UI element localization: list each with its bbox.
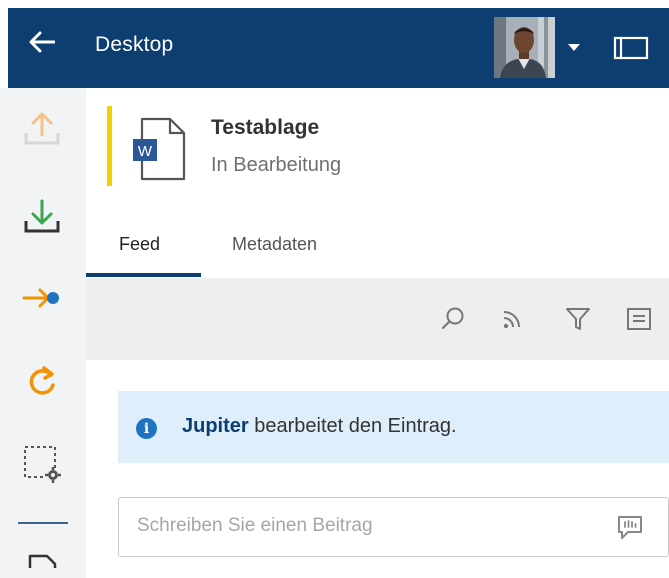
filter-button[interactable] [563,304,593,334]
comment-placeholder: Schreiben Sie einen Beitrag [137,515,373,536]
selection-settings-button[interactable] [18,440,66,488]
tab-feed[interactable]: Feed [119,234,160,255]
feed-entry-actor[interactable]: Jupiter [182,415,249,437]
rss-button[interactable] [497,304,527,334]
search-button[interactable] [438,304,468,334]
tab-bar: Feed Metadaten [86,218,669,278]
action-sidebar [0,88,86,578]
filter-icon [566,308,590,330]
user-menu-caret[interactable] [565,38,583,56]
feed-toolbar [86,278,669,360]
active-tab-indicator [86,273,201,277]
feed-entry-action: bearbeitet den Eintrag. [248,415,457,437]
download-button[interactable] [18,192,66,240]
comment-input[interactable]: Schreiben Sie einen Beitrag [118,497,669,557]
refresh-button[interactable] [18,358,66,406]
comment-submit-button[interactable] [615,512,645,542]
list-view-button[interactable] [624,304,654,334]
status-accent-bar [107,106,112,186]
word-document-icon: W [130,117,188,181]
list-view-icon [627,308,651,330]
new-document-button[interactable] [18,550,66,578]
refresh-icon [29,366,55,395]
feed-entry-text: Jupiter bearbeitet den Eintrag. [182,415,457,438]
document-icon [28,554,57,568]
avatar[interactable] [494,17,555,78]
sidebar-panel-icon [613,36,649,60]
speech-bubble-icon [618,516,642,539]
back-button[interactable] [22,22,62,62]
page-title: Desktop [95,33,174,56]
tab-metadaten[interactable]: Metadaten [232,234,317,255]
main-panel: W Testablage In Bearbeitung Feed Metadat… [86,88,669,578]
arrow-left-icon [29,31,55,53]
upload-button[interactable] [18,104,66,152]
selection-settings-icon [24,446,61,483]
upload-icon [24,112,60,145]
header: Desktop [0,0,669,88]
feed-entry-info: i Jupiter bearbeitet den Eintrag. [118,391,669,463]
info-icon: i [136,418,157,439]
document-title: Testablage [211,116,320,139]
caret-down-icon [568,44,580,51]
sidebar-divider [18,522,68,524]
rss-feed-icon [503,311,520,329]
search-icon [441,307,464,330]
toggle-panel-button[interactable] [610,30,652,66]
forward-button[interactable] [18,274,66,322]
download-icon [24,199,60,233]
app-root: Desktop W Testablage In Bearbeitung Feed… [0,0,669,578]
document-status: In Bearbeitung [211,154,342,176]
arrow-to-dot-icon [22,288,59,308]
word-letter: W [138,143,153,160]
